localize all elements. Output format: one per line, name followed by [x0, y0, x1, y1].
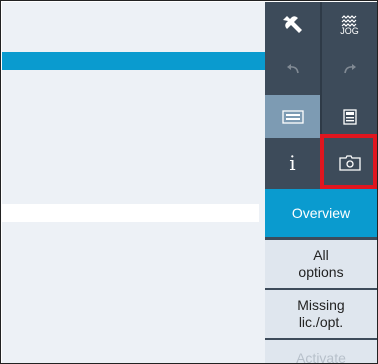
missing-label-1: Missing — [297, 297, 345, 313]
overview-label: Overview — [291, 205, 351, 221]
selected-row-bar[interactable] — [2, 52, 265, 70]
wrench-icon — [282, 16, 302, 33]
redo-button[interactable] — [322, 50, 377, 93]
calculator-icon — [342, 108, 357, 125]
undo-button[interactable] — [265, 50, 320, 93]
main-panel — [2, 2, 265, 363]
window: JOG i Overview All options Missing lic./… — [0, 0, 378, 364]
keyboard-icon — [281, 109, 304, 124]
side-menu: Overview All options Missing lic./opt. A… — [265, 189, 377, 364]
jog-label: JOG — [340, 25, 359, 36]
wrench-button[interactable] — [265, 2, 320, 48]
info-button[interactable]: i — [265, 140, 320, 186]
menu-item-activate[interactable]: Activate — [265, 340, 377, 364]
menu-item-missing[interactable]: Missing lic./opt. — [265, 290, 377, 338]
jog-button[interactable]: JOG — [322, 2, 377, 48]
menu-item-all-options[interactable]: All options — [265, 240, 377, 288]
calculator-button[interactable] — [322, 95, 377, 138]
input-field[interactable] — [2, 204, 259, 222]
menu-item-overview[interactable]: Overview — [265, 189, 377, 237]
undo-icon — [286, 63, 299, 73]
keyboard-button[interactable] — [265, 95, 320, 138]
all-options-label-2: options — [298, 264, 344, 280]
info-icon: i — [289, 151, 296, 175]
missing-label-2: lic./opt. — [298, 314, 344, 330]
all-options-label-1: All — [313, 247, 329, 263]
highlight-box — [320, 134, 377, 189]
redo-icon — [343, 63, 356, 73]
activate-label: Activate — [296, 350, 346, 364]
jog-icon: JOG — [340, 14, 359, 36]
